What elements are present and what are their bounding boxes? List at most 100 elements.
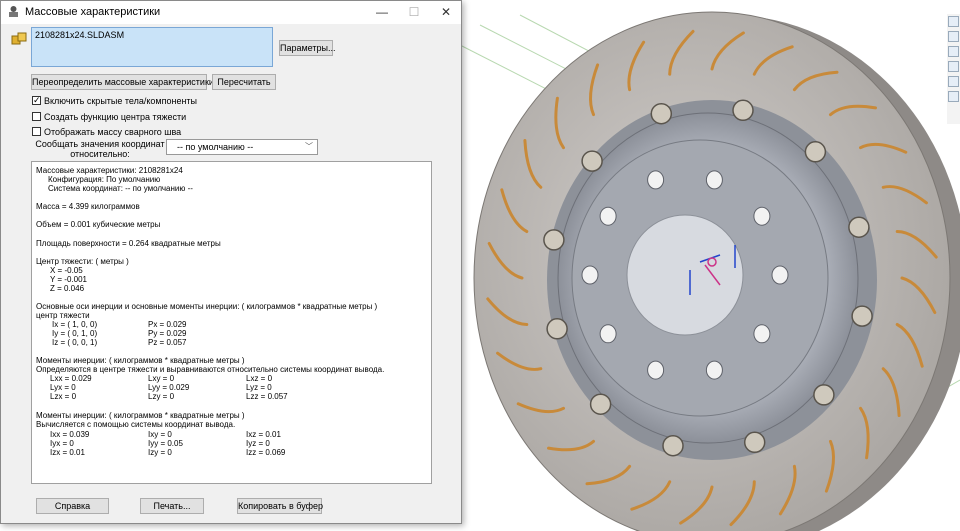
moment-izx: Izx = 0.01 (50, 448, 85, 457)
results-mass: Масса = 4.399 килограммов (36, 202, 140, 211)
moment-lzy: Lzy = 0 (148, 392, 175, 401)
moment-izz: Izz = 0.069 (246, 448, 286, 457)
title-bar[interactable]: Массовые характеристики — ☐ ✕ (1, 1, 461, 24)
moment-iyy: Iyy = 0.05 (148, 439, 183, 448)
results-volume: Объем = 0.001 кубические метры (36, 220, 161, 229)
moment-lxx: Lxx = 0.029 (50, 374, 92, 383)
results-area: Площадь поверхности = 0.264 квадратные м… (36, 239, 221, 248)
weld-mass-checkbox[interactable] (32, 127, 41, 136)
hub-hole (599, 206, 617, 226)
moment-lxy: Lxy = 0 (148, 374, 175, 383)
coord-label-line2: относительно: (70, 149, 130, 159)
hub-hole (771, 265, 789, 285)
chevron-down-icon: ﹀ (305, 142, 313, 151)
create-cog-label: Создать функцию центра тяжести (44, 112, 187, 122)
hub-hole (753, 324, 771, 344)
mass-properties-dialog: Массовые характеристики — ☐ ✕ 2108281x24… (0, 0, 462, 524)
results-coord-sys: Система координат: -- по умолчанию -- (48, 184, 193, 193)
include-hidden-label: Включить скрытые тела/компоненты (44, 96, 198, 106)
assembly-icon (11, 32, 27, 45)
bolt-head (851, 305, 873, 327)
hub-hole (581, 265, 599, 285)
moment-ixz: Ixz = 0.01 (246, 430, 281, 439)
bolt-head (804, 141, 827, 163)
moment-ixx: Ixx = 0.039 (50, 430, 90, 439)
toolbar-icon-6[interactable] (948, 91, 959, 102)
center-bore (626, 214, 744, 336)
hub-hole (599, 324, 617, 344)
weld-mass-label: Отображать массу сварного шва (44, 127, 182, 137)
bolt-head (546, 318, 568, 340)
selected-file[interactable]: 2108281x24.SLDASM (35, 30, 124, 40)
coord-system-dropdown[interactable]: -- по умолчанию -- ﹀ (166, 139, 318, 155)
hub-hole (705, 170, 723, 190)
toolbar-icon-1[interactable] (948, 16, 959, 27)
moments-cog-sub: Определяются в центре тяжести и выравнив… (36, 365, 385, 374)
principal-sub: центр тяжести (36, 311, 90, 320)
window-title: Массовые характеристики (25, 6, 161, 18)
moments-out-sub: Вычисляется с помощью системы координат … (36, 420, 236, 429)
right-toolbar (947, 14, 960, 124)
moment-lyy: Lyy = 0.029 (148, 383, 190, 392)
moment-iyz: Iyz = 0 (246, 439, 270, 448)
scale-icon (9, 6, 18, 17)
hub-hole (753, 206, 771, 226)
moment-lzz: Lzz = 0.057 (246, 392, 288, 401)
principal-axis-x: Ix = ( 1, 0, 0) (52, 320, 98, 329)
moment-lzx: Lzx = 0 (50, 392, 77, 401)
maximize-button[interactable]: ☐ (399, 3, 429, 21)
moment-iyx: Iyx = 0 (50, 439, 74, 448)
selected-items-list[interactable]: 2108281x24.SLDASM (31, 27, 273, 67)
toolbar-icon-5[interactable] (948, 76, 959, 87)
minimize-button[interactable]: — (367, 3, 397, 21)
principal-axis-z: Iz = ( 0, 0, 1) (52, 338, 98, 347)
copy-to-clipboard-button[interactable]: Копировать в буфер (237, 498, 323, 514)
principal-moment-z: Pz = 0.057 (148, 338, 187, 347)
checkmark-icon: ✓ (33, 95, 41, 105)
coord-label-line1: Сообщать значения координат (35, 139, 165, 149)
bolt-head (743, 431, 766, 454)
moments-out-title: Моменты инерции: ( килограммов * квадрат… (36, 411, 245, 420)
options-button[interactable]: Параметры... (279, 40, 335, 56)
moment-lxz: Lxz = 0 (246, 374, 273, 383)
bolt-head (589, 393, 612, 415)
recalculate-button[interactable]: Пересчитать (212, 74, 276, 90)
moment-lyz: Lyz = 0 (246, 383, 272, 392)
override-mass-properties-button[interactable]: Переопределить массовые характеристики..… (31, 74, 221, 90)
principal-moment-x: Px = 0.029 (148, 320, 187, 329)
bolt-head (581, 150, 603, 172)
bolt-head (732, 99, 754, 122)
toolbar-icon-4[interactable] (948, 61, 959, 72)
bolt-head (662, 434, 684, 457)
bolt-head (813, 384, 835, 406)
cog-title: Центр тяжести: ( метры ) (36, 257, 129, 266)
bolt-head (848, 216, 870, 238)
bolt-head (543, 229, 565, 251)
principal-moment-y: Py = 0.029 (148, 329, 187, 338)
hub-hole (647, 360, 665, 380)
print-button[interactable]: Печать... (140, 498, 204, 514)
results-config: Конфигурация: По умолчанию (48, 175, 161, 184)
create-cog-checkbox[interactable] (32, 112, 41, 121)
moment-izy: Izy = 0 (148, 448, 172, 457)
moment-ixy: Ixy = 0 (148, 430, 172, 439)
cog-x: X = -0.05 (50, 266, 83, 275)
results-header: Массовые характеристики: 2108281x24 (36, 166, 183, 175)
cog-z: Z = 0.046 (50, 284, 85, 293)
toolbar-icon-3[interactable] (948, 46, 959, 57)
coord-system-value: -- по умолчанию -- (177, 142, 254, 152)
include-hidden-checkbox[interactable]: ✓ (32, 95, 41, 105)
coord-system-label: Сообщать значения координат относительно… (35, 139, 165, 159)
cog-y: Y = -0.001 (50, 275, 87, 284)
bolt-head (650, 102, 673, 125)
hub-hole (647, 170, 665, 190)
hub-hole (705, 360, 723, 380)
results-text-area[interactable]: Массовые характеристики: 2108281x24 Конф… (31, 161, 432, 484)
help-button[interactable]: Справка (36, 498, 109, 514)
toolbar-icon-2[interactable] (948, 31, 959, 42)
close-button[interactable]: ✕ (431, 3, 461, 21)
principal-axis-y: Iy = ( 0, 1, 0) (52, 329, 98, 338)
moment-lyx: Lyx = 0 (50, 383, 76, 392)
moments-cog-title: Моменты инерции: ( килограммов * квадрат… (36, 356, 245, 365)
principal-title: Основные оси инерции и основные моменты … (36, 302, 378, 311)
